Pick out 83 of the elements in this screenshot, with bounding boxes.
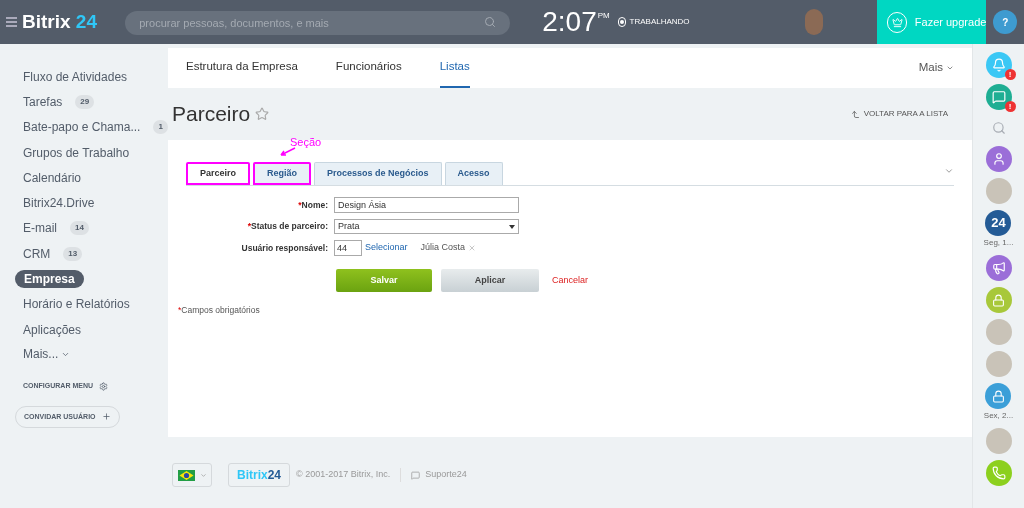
megaphone-icon (991, 261, 1006, 275)
lock-icon (992, 389, 1005, 403)
nav-tab[interactable]: Listas (439, 48, 470, 88)
sidebar-item[interactable]: E-mail (15, 219, 65, 238)
more-menu-button[interactable]: Mais... (15, 345, 79, 364)
required-fields-note: *Campos obrigatórios (178, 304, 261, 317)
form-tab[interactable]: Região (253, 162, 312, 185)
chat-date: Sex, 2... (983, 410, 1014, 422)
language-button[interactable] (172, 463, 212, 487)
count-badge: 14 (70, 221, 89, 236)
work-status-button[interactable]: TRABALHANDO (629, 16, 690, 28)
form-tab[interactable]: Processos de Negócios (314, 162, 442, 185)
chat-date: Seg, 1... (983, 237, 1014, 249)
footer-logo[interactable]: Bitrix24 (228, 463, 291, 487)
notification-badge: ! (1004, 69, 1016, 80)
chat-icon (411, 470, 421, 480)
phone-button[interactable] (985, 460, 1012, 486)
plus-icon (101, 412, 111, 422)
logo[interactable]: Bitrix 24 (22, 7, 97, 37)
field-label: Usuário responsável: (240, 241, 329, 255)
avatar-placeholder[interactable] (985, 351, 1012, 377)
back-to-list-link[interactable]: VOLTAR PARA A LISTA (850, 108, 948, 120)
avatar-placeholder[interactable] (985, 319, 1012, 345)
gear-icon (99, 382, 108, 391)
lock-button[interactable] (985, 383, 1012, 409)
lock-icon (992, 293, 1005, 307)
user-icon (991, 152, 1006, 166)
text-button[interactable]: 24 (985, 210, 1012, 236)
remove-icon[interactable] (468, 244, 477, 252)
apply-button[interactable]: Aplicar (441, 269, 539, 292)
return-arrow-icon (850, 109, 860, 119)
chat-button[interactable] (985, 84, 1012, 110)
sidebar-item[interactable]: Bitrix24.Drive (15, 194, 103, 213)
cancel-link[interactable]: Cancelar (552, 273, 589, 288)
sidebar-item[interactable]: Empresa (15, 270, 84, 288)
field-label: *Status de parceiro: (246, 220, 329, 233)
phone-icon (991, 466, 1006, 480)
annotation-arrow (278, 147, 296, 157)
form-tab[interactable]: Acesso (444, 162, 503, 185)
user-button[interactable] (985, 146, 1012, 172)
avatar-placeholder[interactable] (985, 428, 1012, 454)
caret-icon (946, 64, 954, 72)
search-icon (484, 15, 497, 28)
user-avatar[interactable] (804, 9, 824, 35)
status-select[interactable]: Prata (334, 219, 519, 234)
sidebar-item[interactable]: CRM (15, 244, 59, 263)
nav-tab[interactable]: Funcionários (335, 48, 402, 88)
select-user-link[interactable]: Selecionar (365, 241, 408, 255)
copyright-text: © 2001-2017 Bitrix, Inc. (296, 468, 402, 482)
bell-icon (991, 58, 1006, 72)
sidebar-item[interactable]: Tarefas (15, 92, 71, 111)
menu-icon[interactable] (6, 17, 17, 27)
bell-button[interactable] (985, 52, 1012, 78)
user-name: Júlia Costa (420, 241, 466, 255)
name-input[interactable]: Design Ásia (334, 197, 519, 213)
clock-time: 2:07 (542, 5, 597, 39)
nav-tab[interactable]: Estrutura da Empresa (186, 48, 298, 88)
annotation-label: Seção (290, 135, 322, 150)
star-icon[interactable] (255, 107, 270, 121)
sidebar-item[interactable]: Bate-papo e Chama... (15, 118, 149, 137)
search-field[interactable]: procurar pessoas, documentos, e mais (125, 10, 511, 35)
count-badge: 1 (153, 120, 168, 135)
sidebar-item[interactable]: Grupos de Trabalho (15, 143, 138, 162)
caret-icon (199, 471, 207, 479)
form-tab[interactable]: Parceiro (186, 162, 251, 185)
sidebar-item[interactable]: Horário e Relatórios (15, 295, 138, 314)
caret-icon[interactable] (944, 166, 954, 176)
page-title: Parceiro (172, 101, 251, 128)
time-suffix: PM (597, 10, 610, 22)
field-label: *Nome: (297, 198, 329, 212)
brazil-flag-icon (177, 469, 195, 481)
lock-button[interactable] (985, 287, 1012, 313)
count-badge: 13 (63, 246, 83, 261)
sidebar-item[interactable]: Calendário (15, 168, 90, 187)
count-badge: 29 (75, 94, 95, 109)
notification-badge: ! (1004, 101, 1016, 112)
sidebar-item[interactable]: Fluxo de Atividades (15, 67, 136, 86)
chat-icon (991, 90, 1006, 104)
more-tabs-button[interactable]: Mais (918, 48, 954, 88)
avatar-placeholder[interactable] (985, 178, 1012, 204)
sidebar-item[interactable]: Aplicações (15, 320, 90, 339)
megaphone-button[interactable] (985, 255, 1012, 281)
user-id-input[interactable]: 44 (334, 240, 362, 256)
